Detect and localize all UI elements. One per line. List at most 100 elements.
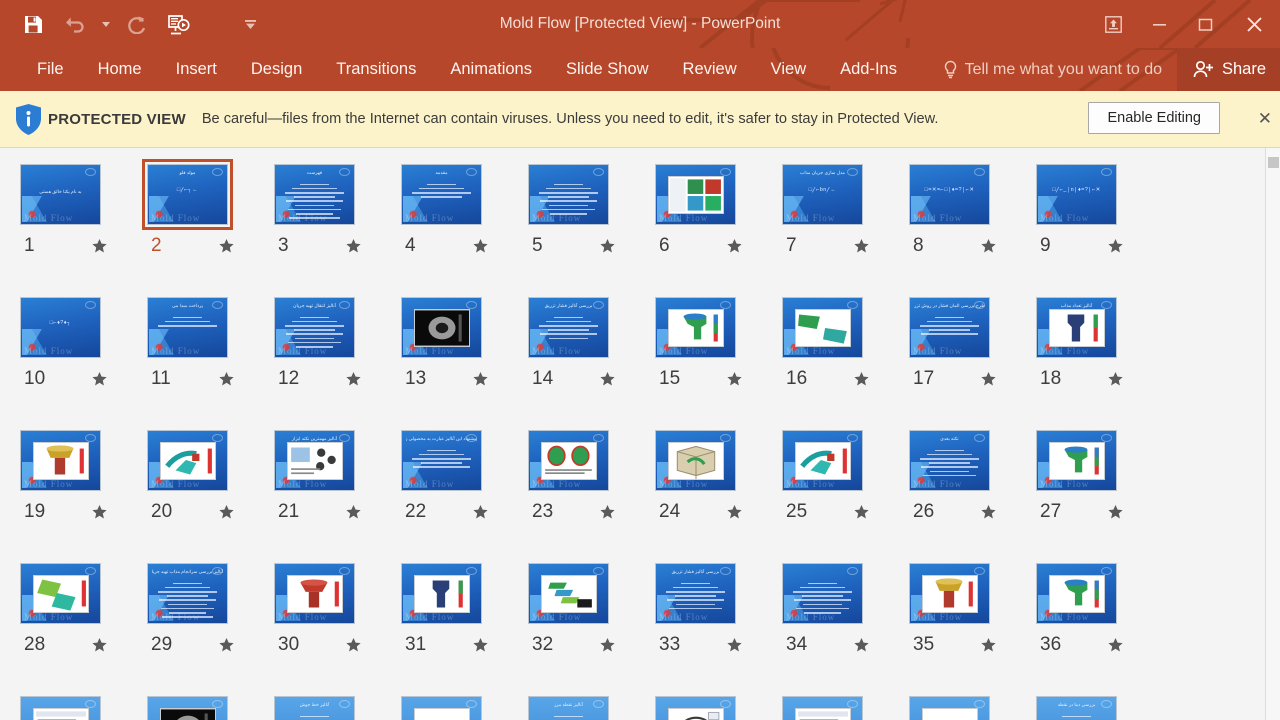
slide-thumbnail-cell[interactable]: بررسی دما در نقطهMold Flow45 xyxy=(1030,696,1157,720)
slide-thumbnail-cell[interactable]: Mold Flow44 xyxy=(903,696,1030,720)
slide-thumbnail[interactable]: Mold Flow xyxy=(655,297,736,358)
slide-thumbnail[interactable]: طرح بررسی المان فشار در روش تزریقی بررسی… xyxy=(909,297,990,358)
undo-dropdown-icon[interactable] xyxy=(96,4,116,44)
slide-thumb-wrap[interactable]: Mold Flow xyxy=(20,696,101,720)
slide-thumbnail-cell[interactable]: Mold Flow 31 xyxy=(395,563,522,696)
slide-thumbnail-cell[interactable]: □=✕=⌐□│♦=?│⌐✕ Mold Flow 8 xyxy=(903,164,1030,297)
slide-thumbnail[interactable]: آنالیز انتقال تهیه جریان Mold Flow xyxy=(274,297,355,358)
slide-thumb-wrap[interactable]: Mold Flow xyxy=(782,430,863,491)
slide-thumbnail[interactable]: Mold Flow xyxy=(782,297,863,358)
slide-thumb-wrap[interactable]: آنالیز نقطه مرزMold Flow xyxy=(528,696,609,720)
slide-thumbnail[interactable]: Mold Flow xyxy=(655,164,736,225)
slide-thumbnail[interactable]: Mold Flow xyxy=(20,430,101,491)
slide-thumbnail[interactable]: Mold Flow xyxy=(147,696,228,720)
slide-thumb-wrap[interactable]: □=✕=⌐□│♦=?│⌐✕ Mold Flow xyxy=(909,164,990,225)
slide-thumbnail[interactable]: بررسی آنالیز فشار تزریق Mold Flow xyxy=(528,297,609,358)
star-icon[interactable] xyxy=(1107,238,1124,255)
slide-thumb-wrap[interactable]: Mold Flow xyxy=(20,430,101,491)
slide-thumb-wrap[interactable]: بررسی آنالیز فشار تزریق Mold Flow xyxy=(528,297,609,358)
tell-me-search[interactable]: Tell me what you want to do xyxy=(943,60,1162,79)
slide-thumb-wrap[interactable]: Mold Flow xyxy=(528,430,609,491)
tab-insert[interactable]: Insert xyxy=(159,48,234,91)
star-icon[interactable] xyxy=(980,371,997,388)
star-icon[interactable] xyxy=(1107,637,1124,654)
slide-thumbnail-cell[interactable]: Mold Flow 24 xyxy=(649,430,776,563)
star-icon[interactable] xyxy=(91,371,108,388)
tab-transitions[interactable]: Transitions xyxy=(319,48,433,91)
undo-button[interactable] xyxy=(54,4,96,44)
slide-thumbnail[interactable]: Mold Flow xyxy=(274,563,355,624)
enable-editing-button[interactable]: Enable Editing xyxy=(1088,102,1220,134)
star-icon[interactable] xyxy=(345,238,362,255)
slide-thumbnail[interactable]: □=✕=⌐□│♦=?│⌐✕ Mold Flow xyxy=(909,164,990,225)
slide-thumbnail-cell[interactable]: Mold Flow 34 xyxy=(776,563,903,696)
start-slideshow-button[interactable] xyxy=(158,4,200,44)
slide-thumb-wrap[interactable]: Mold Flow xyxy=(528,563,609,624)
slide-thumb-wrap[interactable]: به نام یکتا خالق هستی Mold Flow xyxy=(20,164,101,225)
slide-thumbnail-cell[interactable]: به نام یکتا خالق هستی Mold Flow 1 xyxy=(14,164,141,297)
close-icon[interactable] xyxy=(1228,0,1280,48)
star-icon[interactable] xyxy=(726,371,743,388)
star-icon[interactable] xyxy=(472,637,489,654)
slide-thumb-wrap[interactable]: Mold Flow xyxy=(20,563,101,624)
slide-thumb-wrap[interactable]: Mold Flow xyxy=(274,563,355,624)
star-icon[interactable] xyxy=(345,371,362,388)
star-icon[interactable] xyxy=(91,504,108,521)
slide-thumbnail[interactable]: نکته بعدی Mold Flow xyxy=(909,430,990,491)
slide-thumb-wrap[interactable]: Mold Flow xyxy=(1036,430,1117,491)
slide-thumb-wrap[interactable]: بررسی دما در نقطهMold Flow xyxy=(1036,696,1117,720)
slide-thumb-wrap[interactable]: آنالیز مهمترین نکته ابزار Mold Flow xyxy=(274,430,355,491)
slide-thumbnail[interactable]: Mold Flow xyxy=(528,164,609,225)
slide-thumb-wrap[interactable]: Mold Flow xyxy=(655,164,736,225)
window-controls[interactable] xyxy=(1090,0,1280,48)
slide-thumbnail-cell[interactable]: Mold Flow 28 xyxy=(14,563,141,696)
tab-file[interactable]: File xyxy=(20,48,81,91)
slide-thumbnail[interactable]: Mold Flow xyxy=(528,563,609,624)
slide-thumbnail-cell[interactable]: بررسی آنالیز فشار تزریق Mold Flow 33 xyxy=(649,563,776,696)
slide-thumb-wrap[interactable]: پرداخت مبدا می Mold Flow xyxy=(147,297,228,358)
slide-thumbnail-cell[interactable]: آنالیز نقطه مرزMold Flow41 xyxy=(522,696,649,720)
slide-thumbnail-cell[interactable]: Mold Flow40 xyxy=(395,696,522,720)
tab-review[interactable]: Review xyxy=(666,48,754,91)
slide-thumb-wrap[interactable]: Mold Flow xyxy=(528,164,609,225)
slide-thumbnail[interactable]: آنالیز مهمترین نکته ابزار Mold Flow xyxy=(274,430,355,491)
slide-thumbnail-cell[interactable]: Mold Flow 36 xyxy=(1030,563,1157,696)
slide-thumb-wrap[interactable]: Mold Flow xyxy=(147,696,228,720)
slide-thumbnail[interactable]: Mold Flow xyxy=(147,430,228,491)
star-icon[interactable] xyxy=(980,504,997,521)
slide-thumbnail[interactable]: به نام یکتا خالق هستی Mold Flow xyxy=(20,164,101,225)
slide-thumb-wrap[interactable]: آنالیز خط جوشMold Flow xyxy=(274,696,355,720)
slide-thumbnail[interactable]: Mold Flow xyxy=(401,297,482,358)
star-icon[interactable] xyxy=(853,238,870,255)
star-icon[interactable] xyxy=(218,637,235,654)
slide-thumbnail-cell[interactable]: آنالیز مهمترین نکته ابزار Mold Flow 21 xyxy=(268,430,395,563)
star-icon[interactable] xyxy=(472,371,489,388)
slide-thumb-wrap[interactable]: مدل سازی جریان مذاب □╱⌐bn╱← Mold Flow xyxy=(782,164,863,225)
slide-thumbnail-cell[interactable]: Mold Flow 6 xyxy=(649,164,776,297)
slide-thumbnail[interactable]: Mold Flow xyxy=(782,430,863,491)
star-icon[interactable] xyxy=(726,637,743,654)
star-icon[interactable] xyxy=(853,637,870,654)
star-icon[interactable] xyxy=(599,238,616,255)
slide-thumbnail-cell[interactable]: Mold Flow 35 xyxy=(903,563,1030,696)
slide-thumb-wrap[interactable]: بررسی آنالیز فشار تزریق Mold Flow xyxy=(655,563,736,624)
slide-thumbnail[interactable]: Mold Flow xyxy=(655,696,736,720)
tab-view[interactable]: View xyxy=(754,48,823,91)
slide-thumbnail[interactable]: مولد فلو □╱⌐┐← Mold Flow xyxy=(142,159,233,230)
slide-thumbnail[interactable]: □╱⌐_│n│♦=?│⌐✕ Mold Flow xyxy=(1036,164,1117,225)
slide-thumbnail[interactable]: مدل سازی جریان مذاب □╱⌐bn╱← Mold Flow xyxy=(782,164,863,225)
slide-thumb-wrap[interactable]: Mold Flow xyxy=(782,563,863,624)
minimize-icon[interactable] xyxy=(1136,0,1182,48)
star-icon[interactable] xyxy=(345,637,362,654)
slide-thumb-wrap[interactable]: Mold Flow xyxy=(655,696,736,720)
star-icon[interactable] xyxy=(599,371,616,388)
star-icon[interactable] xyxy=(853,371,870,388)
star-icon[interactable] xyxy=(91,637,108,654)
scrollbar-thumb[interactable] xyxy=(1268,157,1279,168)
slide-thumb-wrap[interactable]: Mold Flow xyxy=(909,696,990,720)
slide-thumb-wrap[interactable]: آنالیز تعداد مذاب Mold Flow xyxy=(1036,297,1117,358)
star-icon[interactable] xyxy=(853,504,870,521)
slide-thumbnail[interactable]: پرداخت مبدا می Mold Flow xyxy=(147,297,228,358)
slide-thumbnail[interactable]: Mold Flow xyxy=(782,696,863,720)
slide-thumbnail-cell[interactable]: آنالیز بررسی سرانجام مذاب تهیه جریان Mold… xyxy=(141,563,268,696)
